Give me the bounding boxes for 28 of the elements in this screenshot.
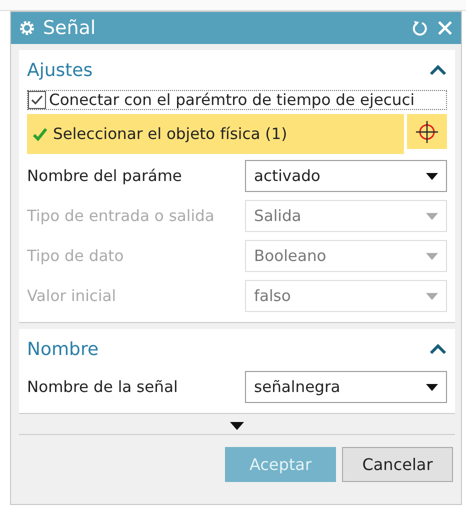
close-icon[interactable] [437, 20, 453, 36]
dropdown-arrow-icon [426, 212, 438, 220]
section-title: Nombre [27, 338, 99, 360]
checkbox[interactable] [28, 91, 46, 109]
field-label: Tipo de dato [27, 247, 125, 265]
section-title: Ajustes [27, 60, 93, 80]
crosshair-button[interactable] [407, 114, 447, 149]
reset-icon[interactable] [411, 19, 429, 37]
collapse-icon[interactable] [429, 64, 447, 76]
dropdown-arrow-icon [426, 172, 438, 180]
checkmark-icon [30, 94, 44, 106]
dropdown[interactable]: activado [245, 160, 447, 192]
window-title: Señal [43, 17, 97, 39]
dialog-button[interactable]: Cancelar [342, 447, 453, 482]
dropdown-arrow-icon [426, 384, 438, 390]
check-icon [33, 128, 47, 140]
collapse-icon[interactable] [429, 342, 447, 354]
dropdown[interactable]: señalnegra [245, 371, 447, 403]
field-label: Tipo de entrada o salida [27, 207, 216, 225]
field-label: Nombre de la señal [27, 378, 179, 396]
gear-icon [19, 20, 35, 36]
field-label: Valor inicial [27, 287, 118, 305]
dropdown-arrow-icon [426, 292, 438, 300]
dropdown-arrow-icon [426, 252, 438, 260]
selection-step[interactable]: Seleccionar el objeto física (1) [27, 114, 404, 154]
more-icon[interactable] [230, 422, 244, 430]
crosshair-icon [415, 120, 439, 144]
field-label: Nombre del paráme [27, 167, 183, 185]
